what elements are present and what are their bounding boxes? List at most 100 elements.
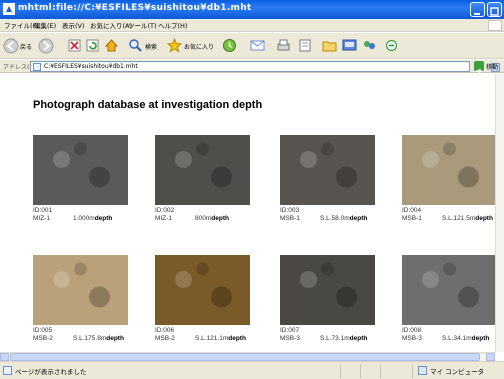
scroll-left-button[interactable] — [0, 353, 9, 361]
scroll-thumb[interactable] — [10, 353, 480, 361]
photo-site: MSB-3 — [402, 335, 422, 342]
maximize-button[interactable] — [487, 2, 502, 17]
photo-id: ID:005 — [33, 327, 53, 334]
menu-tools[interactable]: ツール(T) — [128, 20, 157, 30]
title-bar[interactable]: mhtml:file://C:¥ESFILES¥suishitou¥db1.mh… — [0, 0, 504, 19]
core-photo[interactable] — [33, 135, 128, 205]
maximize-icon — [490, 7, 499, 16]
photo-site: MIZ-1 — [33, 215, 50, 222]
go-button[interactable]: 移動 — [474, 61, 504, 74]
photo-id: ID:006 — [155, 327, 175, 334]
depth-value: S.L.121.1m — [195, 335, 229, 342]
print-icon[interactable] — [276, 38, 291, 53]
photo-site: MSB-3 — [280, 335, 300, 342]
security-zone: マイ コンピュータ — [430, 368, 485, 376]
photo-id: ID:004 — [402, 207, 422, 214]
photo-item[interactable]: ID:005 MSB-2 S.L.175.8mdepth — [33, 255, 143, 352]
address-value[interactable]: C:¥ESFILES¥suishitou¥db1.mht — [44, 63, 138, 70]
go-label: 移動 — [486, 64, 499, 71]
photo-item[interactable]: ID:002 MIZ-1 800mdepth — [155, 135, 265, 235]
back-label[interactable]: 戻る — [20, 42, 32, 51]
search-icon[interactable] — [128, 38, 143, 53]
photo-site: MSB-1 — [280, 215, 300, 222]
favorites-star-icon[interactable] — [167, 38, 182, 53]
depth-value: 1.000m — [73, 215, 95, 222]
horizontal-scrollbar[interactable] — [0, 352, 495, 361]
photo-item[interactable]: ID:008 MSB-3 S.L.34.1mdepth — [402, 255, 495, 352]
messenger-icon[interactable] — [362, 38, 377, 53]
core-photo[interactable] — [402, 135, 495, 205]
photo-site: MIZ-1 — [155, 215, 172, 222]
home-icon[interactable] — [104, 38, 119, 53]
depth-value: S.L.175.8m — [73, 335, 107, 342]
depth-word: depth — [349, 335, 368, 342]
depth-word: depth — [475, 215, 493, 222]
core-photo[interactable] — [33, 255, 128, 325]
research-icon[interactable] — [384, 38, 399, 53]
menu-bar: ファイル(F) 編集(E) 表示(V) お気に入り(A) ツール(T) ヘルプ(… — [0, 19, 504, 32]
vertical-scrollbar[interactable] — [495, 74, 504, 352]
status-bar: ページが表示されました マイ コンピュータ — [0, 361, 504, 379]
photo-depth: S.L.34.1mdepth — [442, 335, 489, 342]
refresh-icon[interactable] — [86, 39, 99, 52]
browser-window: mhtml:file://C:¥ESFILES¥suishitou¥db1.mh… — [0, 0, 504, 379]
photo-depth: 1.000mdepth — [73, 215, 112, 222]
page-title: Photograph database at investigation dep… — [33, 99, 263, 111]
address-input[interactable]: C:¥ESFILES¥suishitou¥db1.mht — [30, 61, 500, 78]
go-arrow-icon — [474, 61, 484, 74]
photo-item[interactable]: ID:007 MSB-3 S.L.73.1mdepth — [280, 255, 390, 352]
depth-word: depth — [349, 215, 368, 222]
minimize-button[interactable] — [470, 2, 485, 17]
photo-item[interactable]: ID:003 MSB-1 S.L.58.0mdepth — [280, 135, 390, 235]
depth-word: depth — [106, 335, 124, 342]
menu-help[interactable]: ヘルプ(H) — [158, 20, 187, 30]
depth-word: depth — [471, 335, 490, 342]
stop-icon[interactable] — [68, 39, 81, 52]
photo-depth: S.L.58.0mdepth — [320, 215, 367, 222]
edit-icon[interactable] — [298, 38, 313, 53]
photo-item[interactable]: ID:006 MSB-2 S.L.121.1mdepth — [155, 255, 265, 352]
favorites-label[interactable]: お気に入り — [184, 42, 214, 51]
minimize-icon — [474, 13, 480, 15]
photo-item[interactable]: ID:001 MIZ-1 1.000mdepth — [33, 135, 143, 235]
core-photo[interactable] — [280, 255, 375, 325]
core-photo[interactable] — [280, 135, 375, 205]
photo-item[interactable]: ID:004 MSB-1 S.L.121.5mdepth — [402, 135, 495, 235]
window-title: mhtml:file://C:¥ESFILES¥suishitou¥db1.mh… — [18, 3, 252, 13]
photo-site: MSB-1 — [402, 215, 422, 222]
folder-icon[interactable] — [322, 38, 337, 53]
address-bar: アドレス(D) C:¥ESFILES¥suishitou¥db1.mht 移動 — [0, 60, 504, 78]
photo-id: ID:003 — [280, 207, 300, 214]
menu-favorites[interactable]: お気に入り(A) — [90, 20, 132, 30]
depth-value: S.L.121.5m — [442, 215, 476, 222]
page-content: Photograph database at investigation dep… — [0, 74, 495, 352]
depth-value: S.L.73.1m — [320, 335, 350, 342]
core-photo[interactable] — [155, 135, 250, 205]
windows-logo-icon — [488, 20, 502, 31]
depth-value: S.L.34.1m — [442, 335, 472, 342]
status-separator — [412, 364, 413, 378]
page-done-icon — [3, 366, 12, 375]
status-separator — [340, 364, 341, 378]
menu-view[interactable]: 表示(V) — [62, 20, 85, 30]
depth-value: S.L.58.0m — [320, 215, 350, 222]
photo-depth: 800mdepth — [195, 215, 229, 222]
photo-id: ID:001 — [33, 207, 53, 214]
search-label[interactable]: 検索 — [145, 42, 157, 51]
menu-edit[interactable]: 編集(E) — [34, 20, 56, 30]
photo-depth: S.L.121.1mdepth — [195, 335, 246, 342]
mail-icon[interactable] — [250, 38, 265, 53]
photo-id: ID:007 — [280, 327, 300, 334]
core-photo[interactable] — [402, 255, 495, 325]
forward-arrow-icon[interactable] — [38, 38, 54, 54]
back-arrow-icon[interactable] — [3, 38, 19, 54]
status-separator — [380, 364, 381, 378]
history-icon[interactable] — [222, 38, 237, 53]
photo-depth: S.L.121.5mdepth — [442, 215, 493, 222]
core-photo[interactable] — [155, 255, 250, 325]
discuss-icon[interactable] — [342, 38, 357, 53]
photo-depth: S.L.73.1mdepth — [320, 335, 367, 342]
depth-value: 800m — [195, 215, 212, 222]
scroll-right-button[interactable] — [486, 353, 495, 361]
computer-icon — [418, 366, 427, 375]
